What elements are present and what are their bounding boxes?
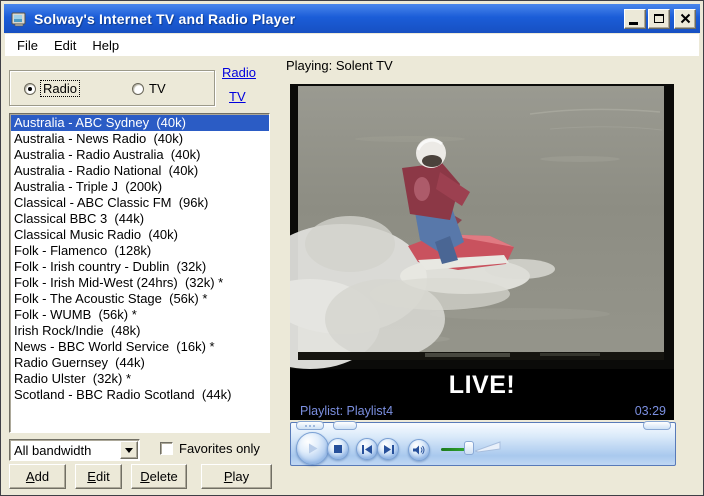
next-button[interactable]	[377, 438, 399, 460]
window-title: Solway's Internet TV and Radio Player	[34, 10, 296, 27]
player-tab-right[interactable]	[643, 421, 671, 430]
play-icon	[309, 443, 318, 454]
tv-option-label: TV	[149, 81, 166, 96]
chevron-down-icon	[125, 447, 133, 453]
station-list-item[interactable]: Australia - News Radio (40k)	[11, 131, 269, 147]
station-list-item[interactable]: Australia - Triple J (200k)	[11, 179, 269, 195]
player-tab-left[interactable]	[333, 421, 357, 430]
elapsed-time: 03:29	[634, 403, 666, 418]
play-pause-button[interactable]	[296, 432, 329, 465]
band-selector-group: Radio TV	[9, 70, 215, 106]
stop-button[interactable]	[327, 438, 349, 460]
station-list-item[interactable]: Australia - Radio Australia (40k)	[11, 147, 269, 163]
volume-track[interactable]	[441, 448, 465, 451]
menu-help[interactable]: Help	[84, 36, 127, 55]
favorites-checkbox[interactable]	[160, 442, 173, 455]
volume-wedge-icon	[475, 441, 501, 453]
close-button[interactable]	[674, 8, 696, 29]
station-list[interactable]: Australia - ABC Sydney (40k) Australia -…	[9, 113, 270, 433]
radio-option-tv[interactable]: TV	[132, 81, 166, 96]
now-playing-label: Playing: Solent TV	[286, 58, 393, 73]
previous-icon	[361, 444, 372, 454]
live-band: LIVE!	[290, 369, 674, 401]
volume-slider[interactable]	[464, 441, 474, 455]
close-icon	[680, 13, 690, 24]
station-list-item[interactable]: Folk - Irish country - Dublin (32k)	[11, 259, 269, 275]
station-list-item[interactable]: Classical BBC 3 (44k)	[11, 211, 269, 227]
radio-link[interactable]: Radio	[222, 65, 256, 80]
speaker-icon	[413, 445, 425, 455]
delete-button[interactable]: Delete	[131, 464, 187, 489]
station-list-item[interactable]: Folk - The Acoustic Stage (56k) *	[11, 291, 269, 307]
minimize-button[interactable]	[624, 8, 646, 29]
station-list-item[interactable]: Australia - Radio National (40k)	[11, 163, 269, 179]
bandwidth-select[interactable]: All bandwidth	[9, 439, 140, 461]
playlist-label: Playlist: Playlist4	[300, 403, 394, 418]
title-bar: Solway's Internet TV and Radio Player	[4, 4, 700, 33]
station-list-item[interactable]: Irish Rock/Indie (48k)	[11, 323, 269, 339]
stop-icon	[334, 445, 342, 453]
play-button[interactable]: Play	[201, 464, 272, 489]
radio-unselected-icon	[132, 82, 144, 95]
radio-option-label: Radio	[40, 80, 80, 97]
playlist-bar: Playlist: Playlist4 03:29	[290, 401, 674, 420]
station-list-item[interactable]: Radio Ulster (32k) *	[11, 371, 269, 387]
app-icon	[11, 12, 26, 26]
tv-link[interactable]: TV	[229, 89, 246, 104]
minimize-icon	[629, 21, 638, 25]
next-icon	[383, 444, 394, 454]
video-area: LIVE! Playlist: Playlist4 03:29	[290, 84, 674, 420]
live-overlay: LIVE!	[448, 370, 516, 399]
station-list-item[interactable]: Australia - ABC Sydney (40k)	[11, 115, 269, 131]
station-list-item[interactable]: Classical Music Radio (40k)	[11, 227, 269, 243]
video-still	[290, 84, 674, 369]
station-list-item[interactable]: Radio Guernsey (44k)	[11, 355, 269, 371]
menu-edit[interactable]: Edit	[46, 36, 84, 55]
radio-selected-icon	[24, 82, 36, 95]
radio-option-radio[interactable]: Radio	[24, 80, 80, 97]
maximize-button[interactable]	[648, 8, 670, 29]
previous-button[interactable]	[356, 438, 378, 460]
station-list-item[interactable]: Folk - WUMB (56k) *	[11, 307, 269, 323]
station-list-item[interactable]: Scotland - BBC Radio Scotland (44k)	[11, 387, 269, 403]
combo-dropdown-button[interactable]	[120, 441, 138, 459]
favorites-label: Favorites only	[179, 441, 260, 456]
station-list-item[interactable]: News - BBC World Service (16k) *	[11, 339, 269, 355]
add-button[interactable]: Add	[9, 464, 66, 489]
drag-grip-handle[interactable]	[296, 421, 324, 430]
menu-bar: File Edit Help	[5, 34, 699, 56]
station-list-item[interactable]: Folk - Irish Mid-West (24hrs) (32k) *	[11, 275, 269, 291]
edit-button[interactable]: Edit	[75, 464, 122, 489]
station-list-item[interactable]: Folk - Flamenco (128k)	[11, 243, 269, 259]
bandwidth-value: All bandwidth	[14, 442, 92, 458]
favorites-only-option[interactable]: Favorites only	[160, 441, 260, 456]
maximize-icon	[654, 14, 664, 23]
player-control-bar	[290, 421, 676, 466]
menu-file[interactable]: File	[9, 36, 46, 55]
app-window: Solway's Internet TV and Radio Player Fi…	[0, 0, 704, 496]
mute-button[interactable]	[408, 439, 430, 461]
station-list-item[interactable]: Classical - ABC Classic FM (96k)	[11, 195, 269, 211]
